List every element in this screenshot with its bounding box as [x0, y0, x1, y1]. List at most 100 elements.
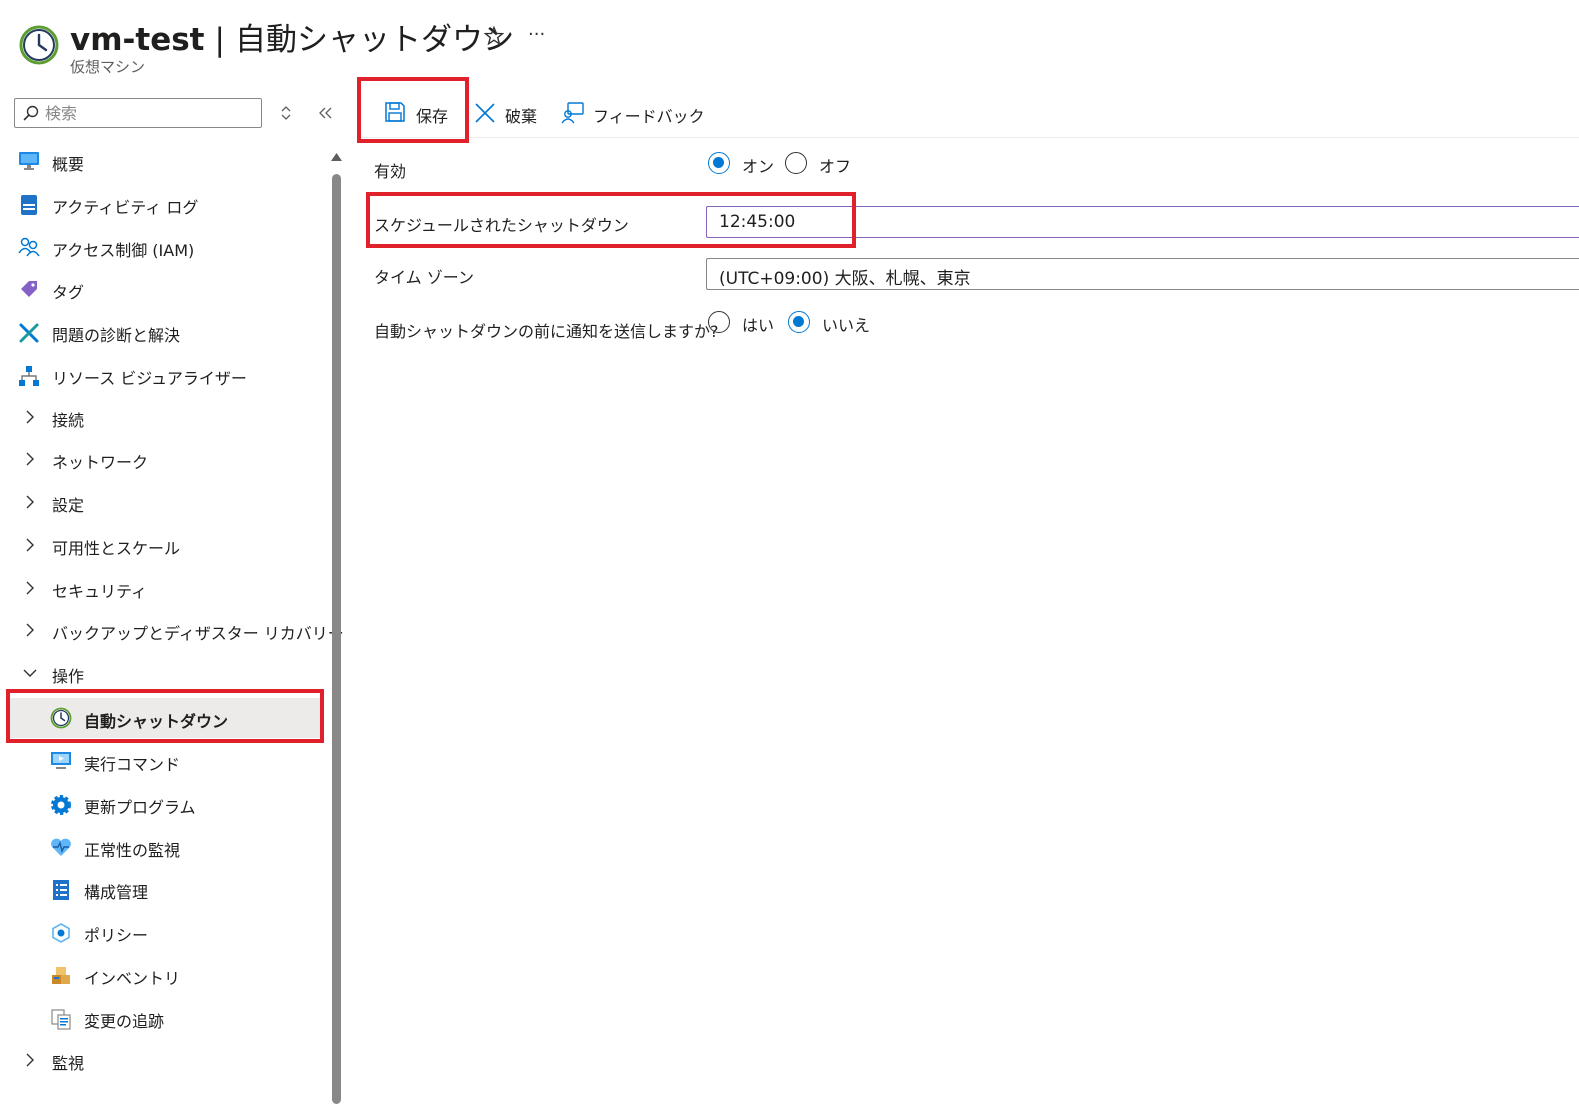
enabled-on-label[interactable]: オン	[742, 153, 774, 177]
time-zone-select[interactable]: (UTC+09:00) 大阪、札幌、東京	[706, 258, 1579, 290]
gear-icon	[51, 795, 71, 815]
log-icon	[21, 195, 37, 215]
sidebar-item-policy[interactable]: ポリシー	[10, 913, 320, 951]
sidebar-item-label: 構成管理	[84, 883, 149, 902]
sidebar-item-label: 操作	[52, 667, 85, 686]
sidebar-group-connect[interactable]: 接続	[10, 398, 320, 436]
sidebar-group-monitoring[interactable]: 監視	[10, 1041, 320, 1079]
chevron-right-icon	[26, 623, 34, 637]
feedback-icon	[561, 102, 584, 124]
sidebar-item-inventory[interactable]: インベントリ	[10, 956, 320, 994]
sidebar-item-health-monitoring[interactable]: 正常性の監視	[10, 828, 320, 866]
sidebar-item-auto-shutdown[interactable]: 自動シャットダウン	[10, 698, 320, 738]
sidebar-group-backup[interactable]: バックアップとディザスター リカバリー	[10, 611, 344, 649]
sidebar-item-updates[interactable]: 更新プログラム	[10, 785, 320, 823]
clock-icon	[50, 707, 72, 729]
chevron-right-icon	[26, 452, 34, 466]
sidebar-item-overview[interactable]: 概要	[10, 142, 320, 180]
collapse-sidebar-icon[interactable]	[318, 106, 334, 120]
sidebar-item-iam[interactable]: アクセス制御 (IAM)	[10, 228, 320, 266]
enabled-label: 有効	[374, 162, 407, 181]
chevron-right-icon	[26, 410, 34, 424]
heart-pulse-icon	[51, 838, 71, 856]
sidebar-item-label: 問題の診断と解決	[52, 326, 181, 345]
sidebar-item-diagnose[interactable]: 問題の診断と解決	[10, 313, 320, 351]
resource-name: vm-test	[70, 22, 205, 58]
boxes-icon	[52, 967, 70, 984]
more-button[interactable]: ···	[528, 24, 545, 45]
sidebar-item-label: アクセス制御 (IAM)	[52, 241, 195, 260]
scheduled-shutdown-label: スケジュールされたシャットダウン	[374, 216, 629, 235]
sidebar-group-security[interactable]: セキュリティ	[10, 569, 320, 607]
sidebar-item-change-tracking[interactable]: 変更の追跡	[10, 999, 320, 1037]
sidebar-item-label: タグ	[52, 283, 85, 302]
sidebar-item-label: 実行コマンド	[84, 755, 181, 774]
search-input[interactable]	[45, 102, 245, 124]
sidebar-item-label: 更新プログラム	[84, 798, 196, 817]
sidebar-item-label: 変更の追跡	[84, 1012, 165, 1031]
discard-button-label: 破棄	[505, 107, 538, 126]
close-icon	[475, 103, 495, 123]
policy-icon	[52, 923, 70, 943]
sidebar-item-label: 接続	[52, 411, 85, 430]
sidebar-group-networking[interactable]: ネットワーク	[10, 440, 320, 478]
monitor-icon	[19, 152, 39, 170]
save-icon	[385, 102, 405, 122]
sidebar-item-label: 設定	[52, 496, 85, 515]
sidebar-item-label: 概要	[52, 155, 85, 174]
sidebar-item-label: 可用性とスケール	[52, 539, 181, 558]
scrollbar-thumb[interactable]	[332, 174, 341, 1104]
sidebar-item-label: 自動シャットダウン	[84, 712, 229, 731]
sidebar-group-availability[interactable]: 可用性とスケール	[10, 526, 320, 564]
save-button[interactable]: 保存	[384, 96, 460, 130]
chevron-right-icon	[26, 495, 34, 509]
documents-icon	[51, 1009, 71, 1030]
people-icon	[18, 237, 40, 257]
notify-no-label[interactable]: いいえ	[822, 312, 870, 336]
notify-yes-label[interactable]: はい	[742, 312, 774, 336]
sidebar-item-configuration-management[interactable]: 構成管理	[10, 870, 320, 908]
star-icon[interactable]	[484, 26, 504, 46]
feedback-button-label: フィードバック	[593, 107, 705, 126]
enabled-off-label[interactable]: オフ	[819, 153, 851, 177]
hierarchy-icon	[19, 366, 39, 386]
page-title: vm-test | 自動シャットダウン	[70, 14, 514, 59]
chevron-down-icon	[23, 669, 37, 677]
clock-icon	[19, 25, 59, 65]
wrench-icon	[19, 323, 39, 343]
sidebar-scrollbar[interactable]	[330, 150, 343, 1104]
discard-button[interactable]: 破棄	[472, 96, 546, 130]
search-icon	[23, 105, 39, 121]
enabled-on-radio[interactable]	[708, 152, 730, 174]
sidebar-item-resource-visualizer[interactable]: リソース ビジュアライザー	[10, 356, 320, 394]
toolbar-divider	[357, 137, 1579, 138]
sidebar-item-label: セキュリティ	[52, 582, 148, 601]
sidebar-item-run-command[interactable]: 実行コマンド	[10, 742, 320, 780]
chevron-right-icon	[26, 538, 34, 552]
scheduled-shutdown-time-input[interactable]: 12:45:00	[706, 206, 1579, 238]
page-subtitle: 仮想マシン	[70, 58, 146, 76]
enabled-off-radio[interactable]	[785, 152, 807, 174]
sidebar-item-label: ネットワーク	[52, 453, 149, 472]
run-command-icon	[51, 752, 71, 769]
notify-no-radio[interactable]	[788, 311, 810, 333]
feedback-button[interactable]: フィードバック	[561, 96, 705, 130]
sidebar-group-settings[interactable]: 設定	[10, 483, 320, 521]
sidebar-item-label: バックアップとディザスター リカバリー	[52, 624, 344, 643]
sidebar-item-label: アクティビティ ログ	[52, 198, 199, 217]
sidebar-item-activity-log[interactable]: アクティビティ ログ	[10, 185, 320, 223]
scroll-up-arrow-icon[interactable]	[330, 152, 343, 162]
sidebar-item-label: ポリシー	[84, 926, 149, 945]
sidebar-item-label: リソース ビジュアライザー	[52, 369, 247, 388]
tag-icon	[21, 281, 37, 297]
sidebar-search-box[interactable]	[14, 98, 262, 128]
chevron-right-icon	[26, 1053, 34, 1067]
blade-title: 自動シャットダウン	[234, 22, 514, 58]
notify-before-shutdown-label: 自動シャットダウンの前に通知を送信しますか?	[374, 322, 719, 341]
save-button-label: 保存	[416, 107, 449, 126]
notify-yes-radio[interactable]	[708, 311, 730, 333]
sidebar-item-label: 正常性の監視	[84, 841, 181, 860]
sidebar-group-operations[interactable]: 操作	[10, 654, 320, 692]
sort-icon[interactable]	[280, 105, 292, 121]
sidebar-item-tags[interactable]: タグ	[10, 270, 320, 308]
